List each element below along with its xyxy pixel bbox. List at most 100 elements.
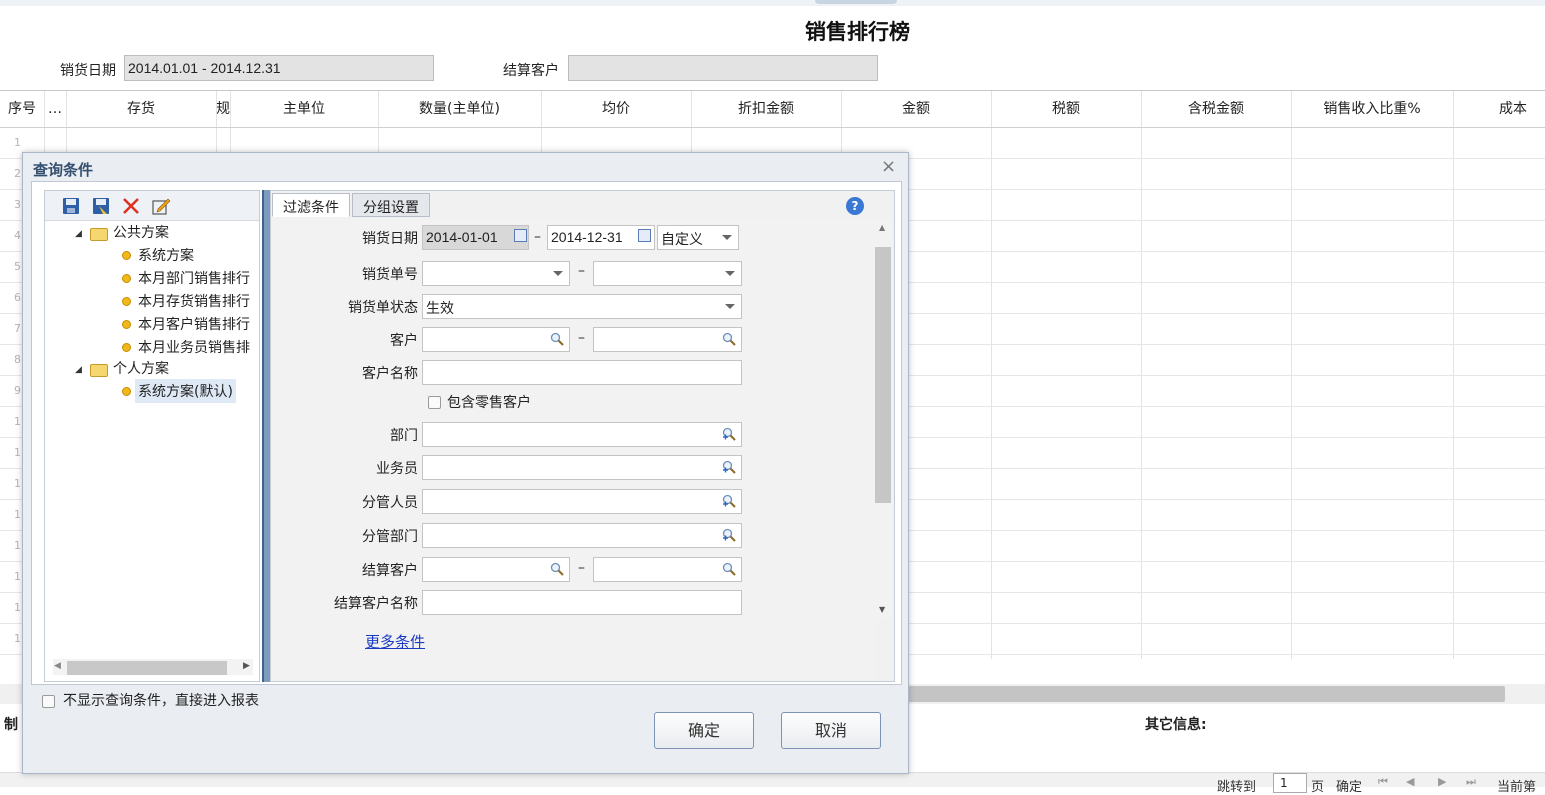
settle-customer-field[interactable] [568,55,878,81]
search-plus-icon[interactable] [722,528,736,542]
column-header-amount[interactable]: 金额 [841,91,991,127]
date-range-label: 销货日期 [60,63,116,79]
order-status-select[interactable]: 生效 [422,294,742,319]
calendar-icon[interactable] [638,229,651,242]
department-input[interactable] [422,422,742,447]
search-icon[interactable] [550,332,564,346]
tree-item-customer-ranking[interactable]: 本月客户销售排行 [138,314,250,334]
sales-date-mode-select[interactable]: 自定义 [657,225,739,250]
column-header-index[interactable]: 序号 [0,91,44,127]
settle-customer-name-label: 结算客户名称 [334,596,418,612]
edit-icon[interactable] [151,196,171,216]
scheme-dot-icon [122,297,131,306]
include-retail-checkbox[interactable] [428,396,441,409]
column-header-spec[interactable]: 规 [216,91,230,127]
other-info-label: 其它信息: [1145,717,1207,733]
tree-item-system-default[interactable]: 系统方案(默认) [135,379,236,403]
sales-date-from-input[interactable]: 2014-01-01 [422,225,529,250]
cancel-button[interactable]: 取消 [781,712,881,749]
collapse-triangle-icon[interactable]: ◢ [75,229,82,239]
pager-page-unit: 页 [1311,780,1325,795]
last-page-icon[interactable]: ⏭ [1466,775,1480,788]
column-header-revenue-share[interactable]: 销售收入比重% [1291,91,1453,127]
pager-page-input[interactable]: 1 [1273,773,1307,793]
tree-group-public[interactable]: 公共方案 [113,222,169,242]
scroll-up-icon[interactable]: ▲ [879,223,885,232]
column-header-amount-with-tax[interactable]: 含税金额 [1141,91,1291,127]
manager-label: 分管人员 [362,495,418,511]
column-header-cost[interactable]: 成本 [1453,91,1545,127]
prev-page-icon[interactable]: ◀ [1406,775,1420,788]
save-as-icon[interactable] [91,196,111,216]
settle-customer-from-input[interactable] [422,557,570,582]
column-header-discount[interactable]: 折扣金额 [691,91,841,127]
grid-header-divider [0,127,1545,128]
folder-icon [90,228,108,241]
tree-item-dept-ranking[interactable]: 本月部门销售排行 [138,268,250,288]
scroll-right-icon[interactable]: ▶ [243,661,250,671]
customer-name-label: 客户名称 [362,366,418,382]
search-plus-icon[interactable] [722,427,736,441]
customer-to-input[interactable] [593,327,742,352]
column-header-more[interactable]: … [44,91,66,127]
manager-input[interactable] [422,489,742,514]
search-icon[interactable] [722,562,736,576]
scheme-dot-icon [122,387,131,396]
pager-current-label: 当前第 [1497,780,1537,795]
column-header-quantity[interactable]: 数量(主单位) [378,91,541,127]
customer-from-input[interactable] [422,327,570,352]
collapse-triangle-icon[interactable]: ◢ [75,365,82,375]
search-plus-icon[interactable] [722,494,736,508]
column-header-tax[interactable]: 税额 [991,91,1141,127]
pager-jump-label: 跳转到 [1217,780,1257,795]
pager-ok-button[interactable]: 确定 [1336,776,1362,795]
order-no-from-select[interactable] [422,261,570,286]
settle-customer-name-input[interactable] [422,590,742,615]
close-icon[interactable]: × [881,156,896,177]
panel-splitter[interactable] [262,190,270,682]
order-no-to-select[interactable] [593,261,742,286]
more-conditions-link[interactable]: 更多条件 [365,631,425,652]
search-plus-icon[interactable] [722,460,736,474]
scroll-left-icon[interactable]: ◀ [54,661,61,671]
tree-item-salesman-ranking[interactable]: 本月业务员销售排 [138,337,250,357]
tree-group-personal[interactable]: 个人方案 [113,358,169,378]
column-header-main-unit[interactable]: 主单位 [230,91,378,127]
delete-icon[interactable] [121,196,141,216]
salesman-input[interactable] [422,455,742,480]
order-status-label: 销货单状态 [348,300,418,316]
help-icon[interactable]: ? [846,197,864,215]
tab-group-settings[interactable]: 分组设置 [352,193,430,217]
tree-item-inventory-ranking[interactable]: 本月存货销售排行 [138,291,250,311]
tab-filter-conditions[interactable]: 过滤条件 [272,193,350,217]
range-dash: – [578,263,585,279]
tree-toolbar [45,191,259,221]
range-dash: – [578,560,585,576]
next-page-icon[interactable]: ▶ [1438,775,1452,788]
manager-dept-input[interactable] [422,523,742,548]
skip-dialog-label: 不显示查询条件，直接进入报表 [63,693,259,709]
report-title: 销售排行榜 [805,20,910,44]
scheme-tree-panel: ◢ 公共方案 系统方案 本月部门销售排行 本月存货销售排行 本月客户销售排行 本… [44,190,260,682]
ok-button[interactable]: 确定 [654,712,754,749]
filter-panel: 过滤条件 分组设置 ? 销货日期 2014-01-01 – 2014-12-31… [270,190,895,682]
settle-customer-to-input[interactable] [593,557,742,582]
customer-name-input[interactable] [422,360,742,385]
date-range-field[interactable]: 2014.01.01 - 2014.12.31 [124,55,434,81]
sales-date-label: 销货日期 [362,231,418,247]
search-icon[interactable] [722,332,736,346]
scroll-down-icon[interactable]: ▼ [879,605,885,614]
first-page-icon[interactable]: ⏮ [1378,775,1392,788]
filter-scrollbar-thumb[interactable] [875,247,891,503]
column-header-avg-price[interactable]: 均价 [541,91,691,127]
column-header-inventory[interactable]: 存货 [66,91,216,127]
department-label: 部门 [390,428,418,444]
skip-dialog-checkbox[interactable] [42,695,55,708]
calendar-icon[interactable] [514,229,527,242]
collapse-handle[interactable] [815,0,897,4]
grid-scrollbar-thumb[interactable] [905,686,1505,702]
search-icon[interactable] [550,562,564,576]
save-icon[interactable] [61,196,81,216]
tree-scrollbar-thumb[interactable] [67,661,227,675]
tree-item-system-scheme[interactable]: 系统方案 [138,245,194,265]
